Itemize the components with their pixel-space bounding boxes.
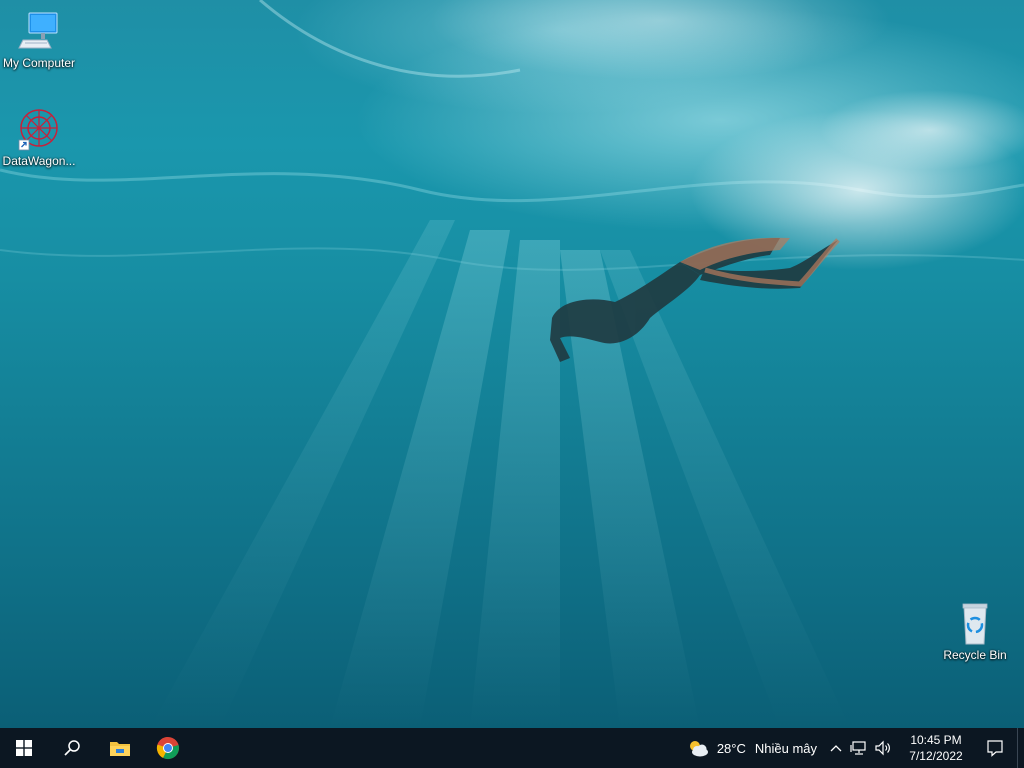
desktop-icon-datawagon[interactable]: DataWagon... — [0, 108, 78, 168]
desktop[interactable]: My Computer DataWagon... Recycle Bin — [0, 0, 1024, 728]
taskbar-file-explorer[interactable] — [96, 728, 144, 768]
volume-icon — [875, 740, 890, 756]
desktop-icon-recycle-bin[interactable]: Recycle Bin — [936, 602, 1014, 662]
monitor-icon — [18, 12, 58, 49]
search-button[interactable] — [48, 728, 96, 768]
network-icon — [850, 741, 866, 755]
clock-time: 10:45 PM — [910, 733, 962, 747]
show-desktop-button[interactable] — [1017, 728, 1024, 768]
windows-logo-icon — [16, 740, 32, 756]
taskbar-clock[interactable]: 10:45 PM 7/12/2022 — [903, 728, 969, 768]
weather-temperature: 28°C — [716, 740, 746, 756]
desktop-icon-label: Recycle Bin — [943, 648, 1007, 662]
search-icon — [64, 740, 80, 756]
taskbar-chrome[interactable] — [144, 728, 192, 768]
datawagon-icon — [18, 109, 58, 151]
chrome-icon — [156, 736, 179, 760]
desktop-icon-my-computer[interactable]: My Computer — [0, 10, 78, 70]
weather-widget[interactable]: 28°C Nhiều mây — [680, 728, 825, 768]
weather-condition: Nhiều mây — [754, 740, 817, 756]
notification-icon — [987, 740, 1003, 757]
desktop-icon-label: DataWagon... — [2, 154, 76, 168]
tray-show-hidden[interactable] — [825, 728, 847, 768]
chevron-up-icon — [830, 745, 842, 752]
clock-date: 7/12/2022 — [909, 749, 963, 763]
tray-volume[interactable] — [871, 728, 895, 768]
tray-network[interactable] — [847, 728, 871, 768]
desktop-icon-label: My Computer — [2, 56, 76, 70]
recycle-bin-icon — [962, 603, 988, 645]
start-button[interactable] — [0, 728, 48, 768]
wallpaper-underwater-freediver — [0, 0, 1024, 728]
taskbar: 28°C Nhiều mây 10:45 PM 7/12/2022 — [0, 728, 1024, 768]
notification-center-button[interactable] — [973, 728, 1017, 768]
partly-cloudy-icon — [689, 741, 708, 757]
folder-icon — [110, 742, 130, 756]
